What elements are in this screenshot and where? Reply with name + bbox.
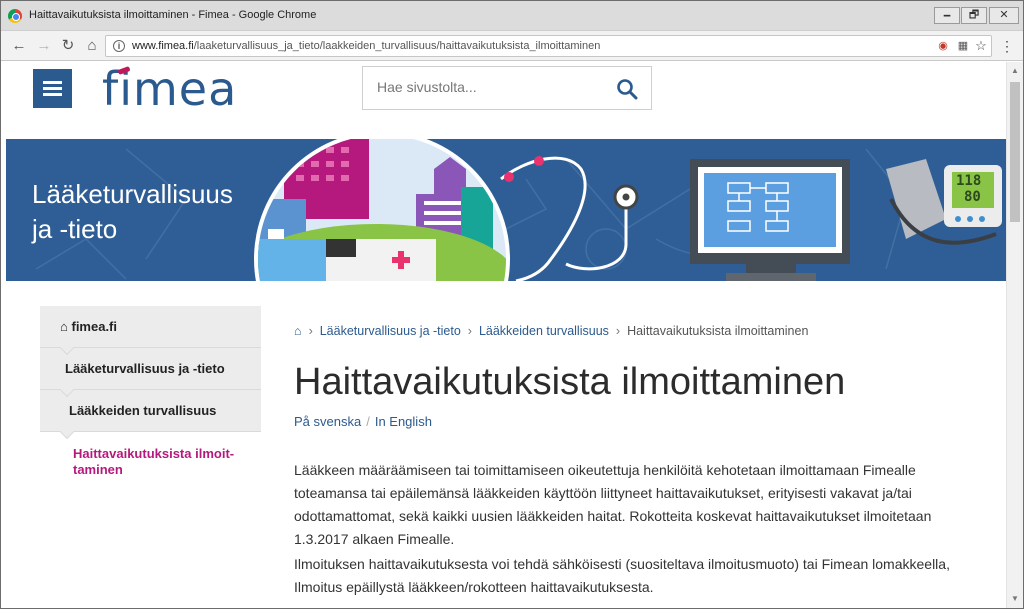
- breadcrumb-home-icon[interactable]: ⌂: [294, 324, 302, 338]
- lang-swedish-link[interactable]: På svenska: [294, 414, 361, 429]
- browser-toolbar: ← → ↻ ⌂ i www.fimea.fi/laaketurvallisuus…: [1, 31, 1023, 61]
- chrome-icon: [8, 9, 22, 23]
- hero-banner: 118 80 Lääketurvallisuus ja -tieto: [6, 139, 1006, 281]
- sidebar-item-laakkeiden-turvallisuus[interactable]: Lääkkeiden turvallisuus: [40, 390, 261, 440]
- back-arrow-icon[interactable]: ←: [10, 37, 28, 55]
- url-host: www.fimea.fi: [132, 40, 194, 52]
- page-scrollbar[interactable]: ▲ ▼: [1006, 62, 1023, 608]
- breadcrumb-separator: ›: [467, 324, 472, 338]
- breadcrumb-current: Haittavaikutuksista ilmoittaminen: [627, 324, 809, 338]
- address-bar[interactable]: i www.fimea.fi/laaketurvallisuus_ja_tiet…: [105, 35, 992, 57]
- scroll-down-icon[interactable]: ▼: [1011, 594, 1019, 603]
- scroll-up-icon[interactable]: ▲: [1011, 66, 1019, 75]
- sidebar-item-laaketurvallisuus[interactable]: Lääketurvallisuus ja -tieto: [40, 348, 261, 398]
- site-info-icon[interactable]: i: [113, 40, 125, 52]
- breadcrumb-level1[interactable]: Lääketurvallisuus ja -tieto: [320, 324, 461, 338]
- blocked-content-icon[interactable]: ◉: [936, 39, 950, 53]
- sidebar-home-label: fimea.fi: [71, 319, 117, 334]
- scroll-thumb[interactable]: [1010, 82, 1020, 222]
- sidebar-item-active[interactable]: Haittavaikutuksista ilmoit- taminen: [40, 432, 261, 478]
- bp-reading-diastolic: 80: [964, 189, 981, 205]
- window-title: Haittavaikutuksista ilmoittaminen - Fime…: [29, 9, 317, 21]
- page-title: Haittavaikutuksista ilmoittaminen: [294, 361, 846, 403]
- sidebar-active-line2: taminen: [73, 462, 123, 477]
- house-icon: ⌂: [60, 319, 68, 334]
- menu-bar-icon: [43, 93, 62, 96]
- url-path: /laaketurvallisuus_ja_tieto/laakkeiden_t…: [193, 40, 601, 52]
- intro-paragraph: Lääkkeen määräämiseen tai toimittamiseen…: [294, 462, 932, 547]
- search-icon[interactable]: [615, 77, 639, 101]
- side-navigation: ⌂ fimea.fi Lääketurvallisuus ja -tieto L…: [40, 306, 261, 478]
- banner-title-line1: Lääketurvallisuus: [32, 179, 233, 209]
- breadcrumb-level2[interactable]: Lääkkeiden turvallisuus: [479, 324, 609, 338]
- translate-icon[interactable]: ▦: [956, 39, 970, 53]
- bp-reading-systolic: 118: [956, 173, 982, 189]
- bookmark-star-icon[interactable]: ☆: [974, 39, 988, 53]
- restore-button[interactable]: 🗗: [961, 7, 987, 24]
- reload-icon[interactable]: ↻: [59, 37, 77, 55]
- breadcrumb-separator: ›: [615, 324, 621, 338]
- breadcrumb-separator: ›: [308, 324, 313, 338]
- menu-button[interactable]: [33, 69, 72, 108]
- forward-arrow-icon[interactable]: →: [35, 37, 53, 55]
- menu-bar-icon: [43, 81, 62, 84]
- sidebar-item-label: Lääketurvallisuus ja -tieto: [65, 361, 225, 376]
- menu-bar-icon: [43, 87, 62, 90]
- minimize-button[interactable]: 🗕: [934, 7, 960, 24]
- reporting-paragraph: Ilmoituksen haittavaikutuksesta voi tehd…: [294, 556, 950, 595]
- title-bar: Haittavaikutuksista ilmoittaminen - Fime…: [1, 1, 1023, 31]
- sidebar-item-home[interactable]: ⌂ fimea.fi: [40, 306, 261, 356]
- site-search: [362, 66, 652, 110]
- page-viewport: fimea Hae sivustolta... 118 80 Lääketurv…: [6, 62, 1006, 608]
- lang-separator: /: [366, 414, 370, 429]
- sidebar-item-label: Lääkkeiden turvallisuus: [69, 403, 217, 418]
- url-text[interactable]: www.fimea.fi/laaketurvallisuus_ja_tieto/…: [132, 40, 600, 52]
- search-input[interactable]: [377, 79, 607, 95]
- home-icon[interactable]: ⌂: [83, 37, 101, 55]
- language-links: På svenska / In English: [294, 414, 432, 429]
- browser-window: Haittavaikutuksista ilmoittaminen - Fime…: [0, 0, 1024, 609]
- browser-menu-icon[interactable]: ⋮: [1000, 37, 1014, 55]
- breadcrumb: ⌂ › Lääketurvallisuus ja -tieto › Lääkkeiden…: [294, 324, 808, 338]
- banner-title-line2: ja -tieto: [32, 214, 118, 244]
- sidebar-active-line1: Haittavaikutuksista ilmoit-: [73, 446, 235, 461]
- banner-title: Lääketurvallisuus ja -tieto: [32, 177, 272, 247]
- lang-english-link[interactable]: In English: [375, 414, 432, 429]
- close-window-button[interactable]: ✕: [989, 7, 1019, 24]
